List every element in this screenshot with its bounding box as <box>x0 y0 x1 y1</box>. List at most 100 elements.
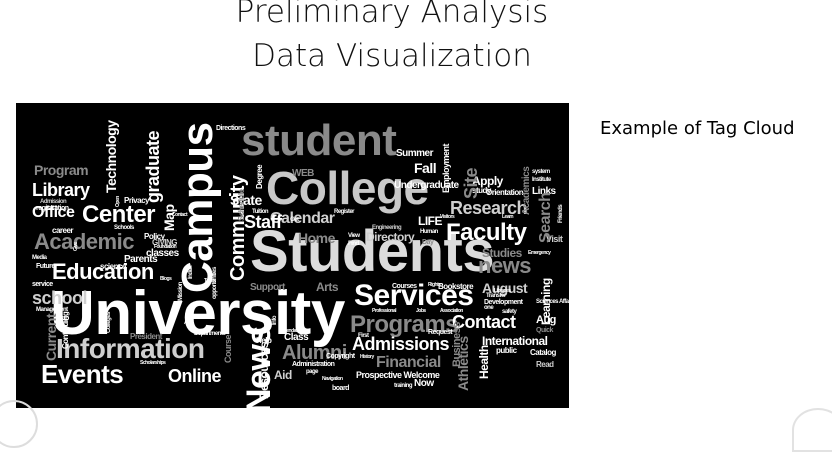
tag-word: Day <box>422 239 434 246</box>
tag-word: Now <box>414 378 434 389</box>
tag-word: Continuing <box>61 311 70 349</box>
tag-word: View <box>348 233 360 239</box>
tag-word: Admission <box>40 199 67 205</box>
tag-word: Search <box>537 192 554 243</box>
tag-word: Staff <box>244 212 282 232</box>
tag-word: Orientation <box>486 188 524 197</box>
tag-word: Departments <box>194 331 226 337</box>
tag-word: science <box>100 262 126 271</box>
tag-word: Scholarships <box>140 360 166 366</box>
tag-word: registration <box>36 205 69 212</box>
tag-word: Course <box>223 334 233 363</box>
tag-word: Read <box>536 360 554 369</box>
tag-cloud-image: University Students College student Campus Se… <box>16 103 569 408</box>
slide-title-line-1: Preliminary Analysis <box>235 0 549 30</box>
tag-word: Foundation <box>154 244 177 250</box>
tag-word: Site <box>461 167 481 199</box>
tag-word: Faculty <box>446 219 527 246</box>
tag-word: Index <box>188 265 194 279</box>
tag-word: Give <box>73 242 79 251</box>
tag-word: page <box>306 369 319 375</box>
tag-word: Summer <box>396 148 434 159</box>
tag-word: Home <box>298 230 335 246</box>
tag-word: Online <box>168 366 222 386</box>
tag-word: Prospective Welcome <box>356 370 440 380</box>
tag-word: Library <box>32 180 90 200</box>
tag-word: Technology <box>103 120 119 193</box>
tag-word: Class <box>284 332 309 343</box>
tag-word: Directions <box>216 125 246 132</box>
tag-word: board <box>332 385 349 392</box>
tag-word: Navigation <box>322 376 343 382</box>
tag-word: student <box>241 116 397 165</box>
tag-word: Courses <box>392 283 417 290</box>
tag-word: Colleges <box>106 311 112 333</box>
tag-word: President <box>130 332 162 341</box>
tag-word: Human <box>420 229 438 235</box>
tag-word: WEB <box>292 168 314 179</box>
tag-word: Policy <box>144 232 165 241</box>
tag-word: Degree <box>255 164 264 189</box>
tag-word: Contact <box>172 212 188 218</box>
tag-word: Engineering <box>372 225 402 231</box>
tag-word: Bookstore <box>438 282 474 291</box>
tag-word: Arts <box>316 280 339 294</box>
tag-word: Friends <box>558 204 564 223</box>
tag-word: Mission <box>178 282 184 301</box>
tag-word: Visitors <box>440 214 455 220</box>
tag-word: Learning <box>539 278 553 325</box>
tag-word: Association <box>440 308 463 314</box>
tag-word: one <box>484 305 494 311</box>
tag-word: public <box>496 346 517 355</box>
tag-word: Professional <box>372 308 397 314</box>
tag-word: Register <box>334 209 355 215</box>
tag-word: service <box>32 281 53 288</box>
tag-word: Support <box>250 282 285 293</box>
tag-word: Quick <box>536 327 553 334</box>
tag-word: Resources <box>257 342 271 399</box>
tag-word: Rights <box>428 282 441 288</box>
tag-word: Financial <box>376 354 441 371</box>
tag-word: Get <box>290 217 299 223</box>
tag-word: Libraries <box>494 288 511 294</box>
tag-word: Media <box>32 255 47 261</box>
tag-word: LIFE <box>418 214 443 228</box>
tag-word: career <box>52 226 74 235</box>
tag-word: Find <box>348 241 359 247</box>
tag-word: Emergency <box>528 250 551 256</box>
tag-word: Info <box>272 316 278 325</box>
tag-word: Academic <box>34 229 134 254</box>
tag-word: Tuition <box>252 209 269 215</box>
tag-word: Current <box>43 313 59 361</box>
tag-cloud-caption: Example of Tag Cloud <box>600 118 795 139</box>
tag-word: Program <box>34 162 89 178</box>
tag-word: Studies <box>482 246 522 260</box>
tag-word: Fall <box>414 160 437 176</box>
tag-word: school <box>32 288 88 308</box>
tag-word: Health <box>477 345 491 379</box>
tag-word: Learn <box>502 214 514 220</box>
tag-word: Texas <box>204 278 216 284</box>
tag-word: Copyright <box>326 353 355 360</box>
tag-word: Institute <box>532 177 551 183</box>
tag-word: Request <box>428 329 453 336</box>
tag-word: Directory <box>366 230 415 244</box>
tag-word: Academics <box>521 166 532 215</box>
tag-word: graduate <box>143 130 163 203</box>
slide-title-line-2: Data Visualization <box>252 38 532 74</box>
tag-word: Open <box>115 196 121 207</box>
tag-word: system <box>532 169 550 175</box>
tag-word: Blogs <box>160 276 172 282</box>
tag-word: Art <box>184 320 190 326</box>
tag-word: safety <box>502 309 517 315</box>
tag-word: Events <box>41 359 124 389</box>
corner-emblem-watermark <box>792 408 832 452</box>
tag-word: Schedule <box>237 189 246 221</box>
tag-word: Future <box>36 263 55 270</box>
tag-word: Calendars <box>280 328 300 334</box>
tag-word: Administration <box>292 361 335 368</box>
tag-word: training <box>394 383 413 389</box>
tag-word: First <box>358 333 369 339</box>
tag-word: Catalog <box>530 348 556 357</box>
tag-word: Research <box>450 198 528 218</box>
